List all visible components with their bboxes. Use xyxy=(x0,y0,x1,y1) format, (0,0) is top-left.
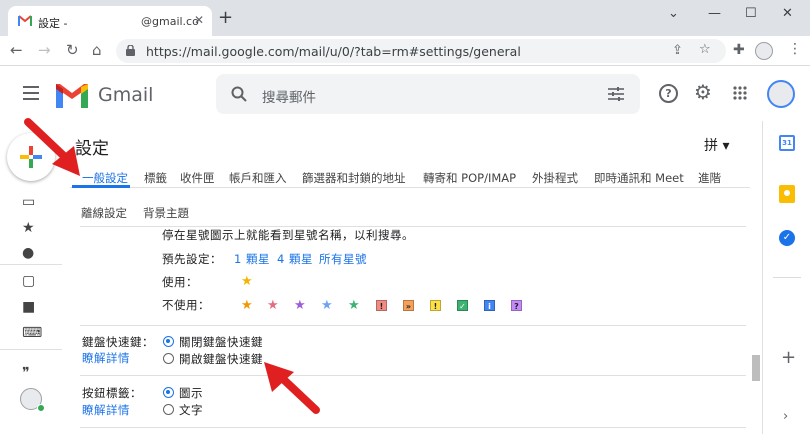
yellow-bang-icon[interactable]: ! xyxy=(430,300,441,311)
chat-bubble-icon[interactable]: ❞ xyxy=(22,365,30,381)
purple-star-icon[interactable]: ★ xyxy=(294,299,306,312)
tab-inbox[interactable]: 收件匣 xyxy=(180,170,215,186)
tab-accounts-import[interactable]: 帳戶和匯入 xyxy=(229,170,287,186)
browser-tab[interactable]: 設定 - @gmail.co ✕ xyxy=(8,6,212,36)
side-panel: 31 ✓ + › xyxy=(762,121,810,434)
shortcuts-off-radio[interactable] xyxy=(163,336,174,347)
tab-labels[interactable]: 標籤 xyxy=(144,170,167,186)
tasks-icon[interactable]: ✓ xyxy=(779,230,795,246)
reload-icon[interactable]: ↻ xyxy=(66,42,79,58)
app-name: Gmail xyxy=(98,84,154,106)
online-status-dot xyxy=(37,404,45,412)
lock-icon xyxy=(126,45,135,56)
search-input[interactable]: 搜尋郵件 xyxy=(262,86,316,106)
red-star-icon[interactable]: ★ xyxy=(267,299,279,312)
account-avatar[interactable] xyxy=(767,80,795,108)
meet-icon[interactable]: ▢ xyxy=(22,273,35,289)
home-icon[interactable]: ⌂ xyxy=(92,42,102,58)
blue-star-icon[interactable]: ★ xyxy=(321,299,333,312)
annotation-arrow-icon xyxy=(24,118,80,176)
shortcuts-off-label[interactable]: 關閉鍵盤快速鍵 xyxy=(179,334,263,350)
gmail-favicon-icon xyxy=(18,15,32,26)
stars-description: 停在星號圖示上就能看到星號名稱，以利搜尋。 xyxy=(162,228,414,242)
browser-toolbar: ← → ↻ ⌂ https://mail.google.com/mail/u/0… xyxy=(0,36,810,66)
bookmark-star-icon[interactable]: ☆ xyxy=(699,42,711,57)
search-bar[interactable]: 搜尋郵件 xyxy=(216,74,640,114)
green-star-icon[interactable]: ★ xyxy=(348,299,360,312)
red-bang-icon[interactable]: ! xyxy=(376,300,387,311)
keyboard-icon[interactable]: ⌨ xyxy=(22,325,42,341)
green-check-icon[interactable]: ✓ xyxy=(457,300,468,311)
tab-advanced[interactable]: 進階 xyxy=(698,170,721,186)
browser-tab-strip: 設定 - @gmail.co ✕ + ⌄ — ☐ ✕ xyxy=(0,0,810,36)
settings-main: 設定 拼 ▾ 一般設定 標籤 收件匣 帳戶和匯入 篩選器和封鎖的地址 轉寄和 P… xyxy=(62,121,762,434)
snoozed-clock-icon[interactable]: ● xyxy=(22,245,34,261)
tab-add-ons[interactable]: 外掛程式 xyxy=(532,170,578,186)
get-addons-plus-icon[interactable]: + xyxy=(781,347,796,368)
keep-icon[interactable] xyxy=(779,185,795,203)
gmail-header: Gmail 搜尋郵件 ? ⚙ xyxy=(0,67,810,121)
apps-grid-icon[interactable] xyxy=(733,86,747,100)
purple-question-icon[interactable]: ? xyxy=(511,300,522,311)
shortcuts-on-label[interactable]: 開啟鍵盤快速鍵 xyxy=(179,351,263,367)
button-labels-text-radio[interactable] xyxy=(163,404,174,415)
url-text: https://mail.google.com/mail/u/0/?tab=rm… xyxy=(146,44,521,59)
forward-icon[interactable]: → xyxy=(38,42,51,58)
stars-not-in-use-label: 不使用： xyxy=(162,298,210,312)
keyboard-shortcuts-label: 鍵盤快速鍵： xyxy=(82,335,154,349)
tab-offline[interactable]: 離線設定 xyxy=(81,205,127,221)
search-options-icon[interactable] xyxy=(608,87,624,101)
close-tab-icon[interactable]: ✕ xyxy=(194,13,204,27)
preset-4-stars-link[interactable]: 4 顆星 xyxy=(277,251,313,267)
button-labels-icons-label[interactable]: 圖示 xyxy=(179,385,203,401)
keyboard-shortcuts-learn-more[interactable]: 瞭解詳情 xyxy=(82,350,130,366)
starred-icon[interactable]: ★ xyxy=(22,220,35,236)
annotation-arrow-icon xyxy=(264,362,320,414)
tab-themes[interactable]: 背景主題 xyxy=(143,205,189,221)
more-vert-icon[interactable]: ⋮ xyxy=(788,41,802,57)
button-labels-text-label[interactable]: 文字 xyxy=(179,402,203,418)
tab-forwarding-pop-imap[interactable]: 轉寄和 POP/IMAP xyxy=(423,170,516,186)
tab-account: @gmail.co xyxy=(141,15,199,28)
profile-avatar[interactable] xyxy=(755,42,773,60)
button-labels-label: 按鈕標籤： xyxy=(82,386,142,400)
minimize-icon[interactable]: — xyxy=(708,6,721,21)
gmail-logo-icon xyxy=(56,84,88,108)
orange-star-icon[interactable]: ★ xyxy=(241,299,253,312)
settings-scrollbar[interactable] xyxy=(752,355,760,381)
chevron-down-icon[interactable]: ⌄ xyxy=(668,6,679,21)
shortcuts-on-radio[interactable] xyxy=(163,353,174,364)
show-side-panel-chevron-icon[interactable]: › xyxy=(783,409,788,424)
calendar-icon[interactable]: 31 xyxy=(779,135,795,151)
preset-1-star-link[interactable]: 1 顆星 xyxy=(234,251,270,267)
share-icon[interactable]: ⇪ xyxy=(672,43,683,58)
tab-filters-blocked[interactable]: 篩選器和封鎖的地址 xyxy=(302,170,406,186)
stars-preset-label: 預先設定： xyxy=(162,252,222,266)
video-camera-icon[interactable]: ■ xyxy=(22,299,35,315)
preset-all-stars-link[interactable]: 所有星號 xyxy=(319,251,367,267)
button-labels-learn-more[interactable]: 瞭解詳情 xyxy=(82,402,130,418)
tab-chat-meet[interactable]: 即時通訊和 Meet xyxy=(594,170,684,186)
tab-title: 設定 - xyxy=(38,17,68,30)
close-window-icon[interactable]: ✕ xyxy=(782,6,793,21)
maximize-icon[interactable]: ☐ xyxy=(745,6,757,21)
inbox-icon[interactable]: ▭ xyxy=(22,194,35,210)
extensions-icon[interactable]: ✚ xyxy=(733,42,745,58)
input-tools-selector[interactable]: 拼 ▾ xyxy=(704,135,729,155)
search-icon[interactable] xyxy=(231,86,247,102)
settings-gear-icon[interactable]: ⚙ xyxy=(694,80,712,104)
stars-in-use-label: 使用： xyxy=(162,275,198,289)
main-menu-icon[interactable] xyxy=(23,86,39,100)
blue-info-icon[interactable]: i xyxy=(484,300,495,311)
active-tab-indicator xyxy=(72,185,130,188)
new-tab-icon[interactable]: + xyxy=(218,9,233,27)
orange-guillemet-icon[interactable]: » xyxy=(403,300,414,311)
back-icon[interactable]: ← xyxy=(10,42,23,58)
yellow-star-icon[interactable]: ★ xyxy=(241,275,253,288)
button-labels-icons-radio[interactable] xyxy=(163,387,174,398)
address-bar[interactable]: https://mail.google.com/mail/u/0/?tab=rm… xyxy=(116,39,726,63)
help-icon[interactable]: ? xyxy=(659,84,678,103)
